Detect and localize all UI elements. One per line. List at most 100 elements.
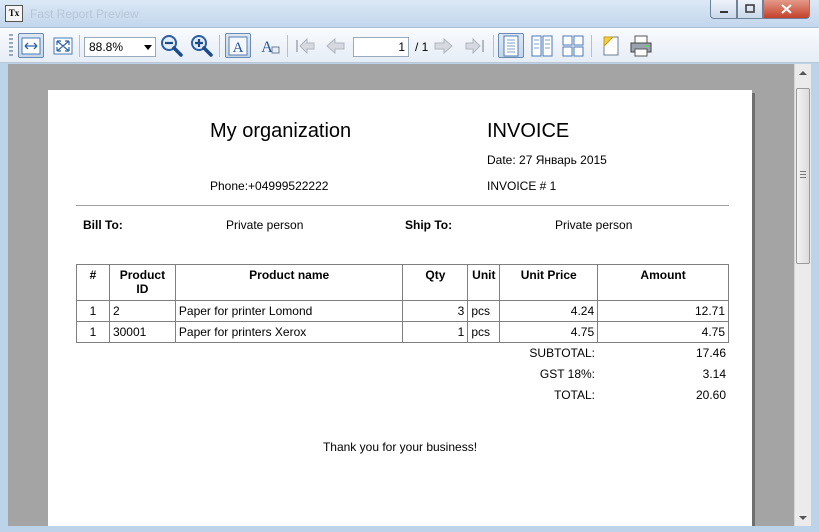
zoom-out-button[interactable] — [158, 33, 184, 58]
header-divider — [76, 205, 729, 206]
four-pages-button[interactable] — [560, 33, 586, 58]
zoom-out-icon — [161, 34, 183, 57]
text-tool-icon: A — [261, 39, 280, 56]
gst-value: 3.14 — [702, 367, 726, 381]
organization-name: My organization — [210, 120, 352, 142]
toolbar-separator — [591, 35, 592, 57]
cell-amount: 4.75 — [597, 321, 729, 343]
two-pages-icon — [531, 35, 553, 56]
scroll-down-button[interactable] — [795, 509, 811, 526]
zoom-in-icon — [191, 34, 213, 57]
preview-area[interactable]: My organization INVOICE Date: 27 Январь … — [8, 64, 794, 526]
toolbar-grip[interactable] — [9, 34, 13, 58]
column-header-amount: Amount — [597, 264, 729, 301]
toolbar-separator — [493, 35, 494, 57]
cell-product-name: Paper for printer Lomond — [174, 300, 404, 322]
zoom-select[interactable]: 88.8% — [84, 37, 156, 57]
single-page-icon — [503, 35, 519, 56]
prev-page-button[interactable] — [322, 33, 348, 58]
page-number-input[interactable]: 1 — [353, 37, 409, 57]
zoom-value: 88.8% — [89, 40, 124, 54]
cell-unit-price: 4.75 — [499, 321, 599, 343]
total-label: TOTAL: — [554, 388, 595, 402]
items-table: # Product ID Product name Qty Unit Unit … — [76, 264, 729, 343]
first-page-button[interactable] — [292, 33, 318, 58]
table-row: 1 30001 Paper for printers Xerox 1 pcs 4… — [76, 321, 729, 343]
page-setup-icon — [603, 36, 619, 55]
next-page-button[interactable] — [431, 33, 457, 58]
vertical-scrollbar[interactable] — [794, 64, 811, 526]
invoice-page: My organization INVOICE Date: 27 Январь … — [48, 90, 752, 526]
thank-you-message: Thank you for your business! — [322, 440, 478, 454]
column-header-num: # — [76, 264, 110, 301]
toolbar-separator — [79, 35, 80, 57]
prev-page-icon — [326, 37, 345, 54]
page-setup-button[interactable] — [598, 33, 624, 58]
last-page-button[interactable] — [462, 33, 488, 58]
gst-label: GST 18%: — [539, 367, 595, 381]
cell-num: 1 — [76, 321, 110, 343]
ship-to-value: Private person — [555, 218, 633, 232]
column-header-unit-price: Unit Price — [499, 264, 599, 301]
cell-unit: pcs — [467, 321, 501, 343]
invoice-number: INVOICE # 1 — [487, 179, 557, 193]
column-header-unit: Unit — [467, 264, 501, 301]
close-icon — [781, 4, 792, 14]
print-button[interactable] — [628, 33, 654, 58]
cell-product-name: Paper for printers Xerox — [174, 321, 404, 343]
maximize-icon — [745, 4, 755, 13]
svg-text:A: A — [261, 39, 273, 56]
page-total: / 1 — [415, 40, 429, 54]
text-select-button[interactable]: A — [225, 33, 251, 58]
print-icon — [630, 35, 652, 56]
table-row: 1 2 Paper for printer Lomond 3 pcs 4.24 … — [76, 300, 729, 322]
cell-product-id: 30001 — [108, 321, 176, 343]
organization-phone: Phone:+04999522222 — [210, 179, 329, 193]
toolbar: 88.8% A A 1 / 1 — [0, 28, 819, 63]
text-select-icon: A — [228, 36, 248, 56]
whole-page-icon — [53, 37, 73, 54]
scroll-down-icon — [799, 515, 807, 520]
page-width-button[interactable] — [18, 33, 44, 58]
close-button[interactable] — [763, 0, 810, 19]
two-pages-button[interactable] — [529, 33, 555, 58]
scroll-up-button[interactable] — [795, 64, 811, 81]
window-title: Fast Report Preview — [30, 7, 139, 21]
bill-to-label: Bill To: — [83, 218, 123, 232]
text-tool-button[interactable]: A — [256, 33, 282, 58]
column-header-product-name: Product name — [174, 264, 404, 301]
scroll-up-icon — [799, 70, 807, 75]
app-icon: Tx — [5, 5, 23, 22]
cell-product-id: 2 — [108, 300, 176, 322]
window-titlebar: Tx Fast Report Preview — [0, 0, 819, 28]
subtotal-label: SUBTOTAL: — [529, 346, 595, 360]
svg-text:A: A — [233, 40, 244, 56]
minimize-button[interactable] — [710, 0, 737, 19]
bill-to-value: Private person — [226, 218, 304, 232]
next-page-icon — [434, 37, 453, 54]
whole-page-button[interactable] — [50, 33, 76, 58]
minimize-icon — [719, 11, 728, 13]
single-page-button[interactable] — [498, 33, 524, 58]
maximize-button[interactable] — [737, 0, 763, 19]
column-header-qty: Qty — [402, 264, 469, 301]
toolbar-separator — [287, 35, 288, 57]
zoom-in-button[interactable] — [188, 33, 214, 58]
last-page-icon — [465, 37, 484, 54]
cell-qty: 1 — [402, 321, 469, 343]
table-header-row: # Product ID Product name Qty Unit Unit … — [76, 264, 729, 301]
cell-unit-price: 4.24 — [499, 300, 599, 322]
cell-amount: 12.71 — [597, 300, 729, 322]
scrollbar-thumb[interactable] — [796, 88, 810, 264]
toolbar-separator — [219, 35, 220, 57]
invoice-date: Date: 27 Январь 2015 — [487, 153, 607, 167]
cell-num: 1 — [76, 300, 110, 322]
ship-to-label: Ship To: — [405, 218, 453, 232]
chevron-down-icon — [144, 45, 152, 50]
cell-unit: pcs — [467, 300, 501, 322]
cell-qty: 3 — [402, 300, 469, 322]
first-page-icon — [296, 37, 315, 54]
total-value: 20.60 — [695, 388, 726, 402]
four-pages-icon — [562, 35, 584, 56]
page-width-icon — [21, 37, 41, 54]
